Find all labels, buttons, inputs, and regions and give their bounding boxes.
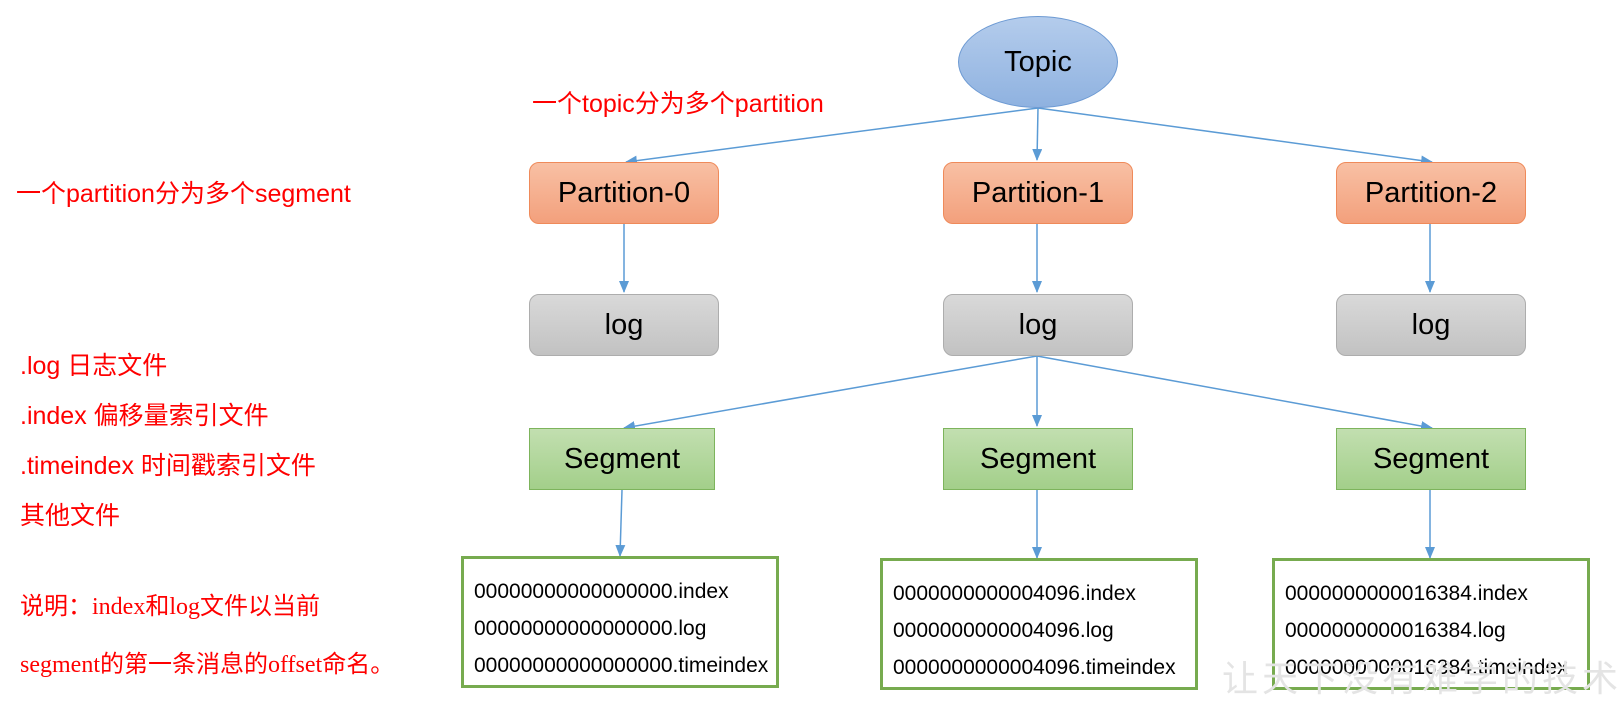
file-index: 0000000000004096.index: [893, 582, 1136, 605]
segment-0-files: 00000000000000000.index 0000000000000000…: [461, 556, 779, 688]
log-0-label: log: [604, 308, 644, 341]
topic-node: Topic: [958, 16, 1118, 108]
file-index: 0000000000016384.index: [1285, 582, 1528, 605]
arrow-topic-to-partition-1: [1032, 107, 1043, 161]
segment-2-label: Segment: [1372, 442, 1490, 475]
arrow-log-to-segment-0: [623, 355, 1038, 432]
partition-0-label: Partition-0: [557, 176, 691, 209]
annotation-topic-to-partition: 一个topic分为多个partition: [532, 90, 824, 118]
segment-0-label: Segment: [563, 442, 681, 475]
file-index: 00000000000000000.index: [474, 580, 729, 603]
segment-1-files: 0000000000004096.index 0000000000004096.…: [880, 558, 1198, 690]
partition-2-label: Partition-2: [1364, 176, 1498, 209]
log-2-label: log: [1411, 308, 1451, 341]
file-timeindex: 0000000000004096.timeindex: [893, 656, 1176, 679]
partition-2-node: Partition-2: [1336, 162, 1526, 224]
log-2-node: log: [1336, 294, 1526, 356]
watermark: 让天下没有难学的技术: [1222, 659, 1618, 700]
segment-1-node: Segment: [943, 428, 1133, 490]
file-log: 00000000000000000.log: [474, 617, 707, 640]
arrow-segment-0-to-files: [615, 489, 626, 557]
segment-1-label: Segment: [979, 442, 1097, 475]
arrow-log-to-segment-2: [1036, 355, 1433, 431]
file-log: 0000000000016384.log: [1285, 619, 1506, 642]
annotation-file-type-index: .index 偏移量索引文件: [20, 402, 269, 430]
partition-1-node: Partition-1: [943, 162, 1133, 224]
annotation-file-type-timeindex: .timeindex 时间戳索引文件: [20, 452, 316, 480]
file-log: 0000000000004096.log: [893, 619, 1114, 642]
topic-label: Topic: [1004, 45, 1072, 78]
partition-0-node: Partition-0: [529, 162, 719, 224]
arrow-topic-to-partition-2: [1037, 107, 1433, 166]
segment-2-node: Segment: [1336, 428, 1526, 490]
log-1-node: log: [943, 294, 1133, 356]
log-1-label: log: [1018, 308, 1058, 341]
annotation-explanation-line-1: 说明：index和log文件以当前: [20, 594, 320, 620]
log-0-node: log: [529, 294, 719, 356]
annotation-file-type-other: 其他文件: [20, 502, 121, 530]
annotation-partition-to-segment: 一个partition分为多个segment: [16, 180, 351, 208]
partition-1-label: Partition-1: [971, 176, 1105, 209]
file-timeindex: 00000000000000000.timeindex: [474, 654, 769, 677]
annotation-file-type-log: .log 日志文件: [20, 352, 168, 380]
segment-0-node: Segment: [529, 428, 715, 490]
annotation-explanation-line-2: segment的第一条消息的offset命名。: [20, 652, 395, 678]
